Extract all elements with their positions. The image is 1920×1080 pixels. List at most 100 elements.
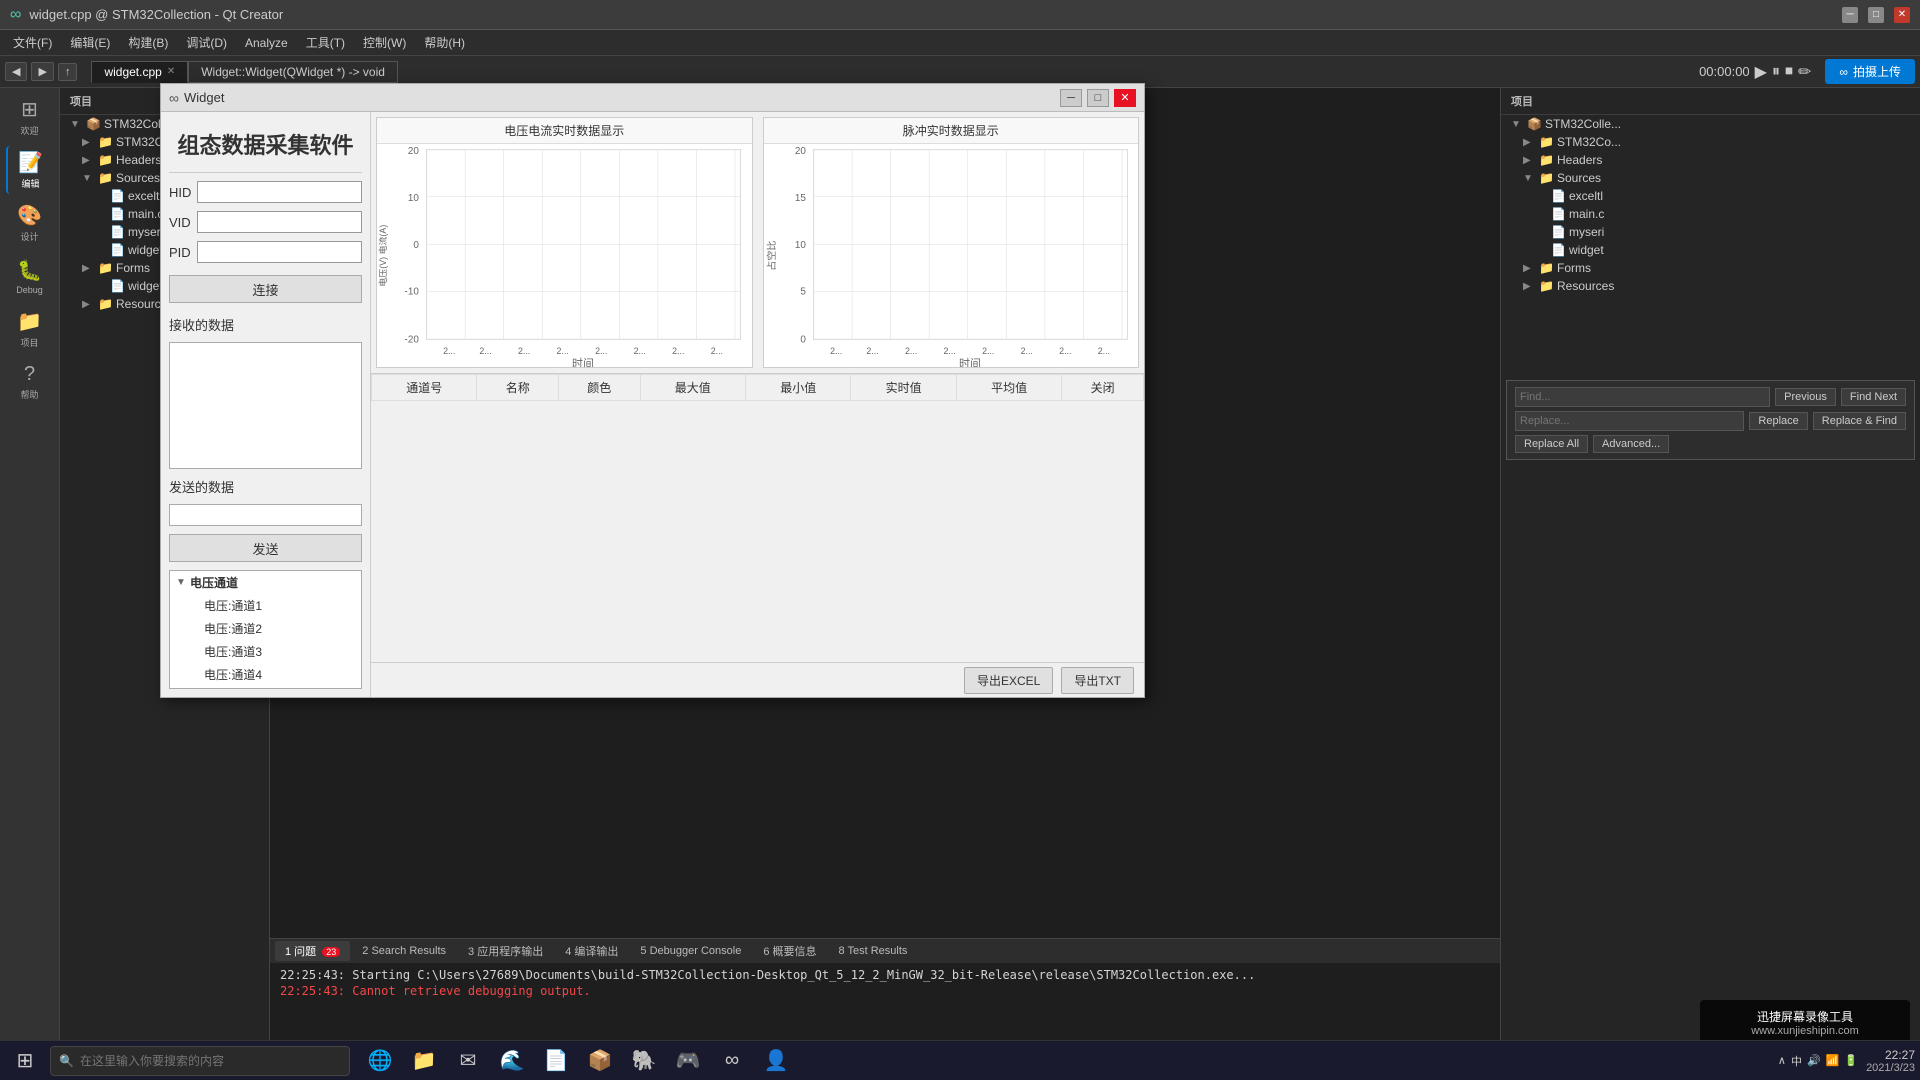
tray-arrow[interactable]: ∧ <box>1778 1054 1786 1067</box>
folder-icon: 📁 <box>98 261 112 275</box>
console-tab-issues[interactable]: 1 问题 23 <box>275 941 350 961</box>
export-txt-button[interactable]: 导出TXT <box>1061 667 1134 694</box>
sidebar-icon-design[interactable]: 🎨 设计 <box>6 199 54 247</box>
voltage-ch3[interactable]: 电压:通道3 <box>170 640 361 663</box>
menu-file[interactable]: 文件(F) <box>5 32 60 53</box>
tree2-root[interactable]: ▼ 📦 STM32Colle... <box>1501 115 1920 133</box>
console-tab-summary[interactable]: 6 概要信息 <box>753 941 826 961</box>
taskbar-game[interactable]: 🎮 <box>668 1043 708 1079</box>
console-tab-test[interactable]: 8 Test Results <box>829 943 918 959</box>
hid-input[interactable] <box>197 181 362 203</box>
replace-find-button[interactable]: Replace & Find <box>1813 412 1906 430</box>
arrow-icon: ▶ <box>82 299 94 310</box>
tab-widget-function[interactable]: Widget::Widget(QWidget *) -> void <box>188 61 398 83</box>
nav-back[interactable]: ◀ <box>5 62 27 81</box>
edge-icon: 🌊 <box>500 1048 525 1073</box>
dialog-close-button[interactable]: ✕ <box>1114 89 1136 107</box>
voltage-ch4[interactable]: 电压:通道4 <box>170 663 361 686</box>
svg-text:20: 20 <box>408 146 419 157</box>
tray-network[interactable]: 📶 <box>1826 1054 1840 1067</box>
play-button[interactable]: ▶ <box>1755 62 1767 82</box>
find-input[interactable] <box>1515 387 1770 407</box>
dialog-minimize-button[interactable]: ─ <box>1060 89 1082 107</box>
tree2-widget[interactable]: 📄 widget <box>1501 241 1920 259</box>
tree2-exceltl[interactable]: 📄 exceltl <box>1501 187 1920 205</box>
console-tab-compile[interactable]: 4 编译输出 <box>555 941 628 961</box>
voltage-ch2[interactable]: 电压:通道2 <box>170 617 361 640</box>
taskbar-wechat[interactable]: 🐘 <box>624 1043 664 1079</box>
taskbar-qt[interactable]: ∞ <box>712 1043 752 1079</box>
tab-widget-cpp[interactable]: widget.cpp ✕ <box>91 61 188 83</box>
taskbar-store[interactable]: 📦 <box>580 1043 620 1079</box>
connect-button[interactable]: 连接 <box>169 275 362 303</box>
send-input[interactable] <box>169 504 362 526</box>
nav-forward[interactable]: ▶ <box>31 62 53 81</box>
sidebar-icon-project[interactable]: 📁 项目 <box>6 305 54 353</box>
menu-analyze[interactable]: Analyze <box>237 34 296 52</box>
taskbar-explorer[interactable]: 📁 <box>404 1043 444 1079</box>
menu-debug[interactable]: 调试(D) <box>178 32 235 53</box>
sidebar-icon-debug[interactable]: 🐛 Debug <box>6 252 54 300</box>
debug-icon: 🐛 <box>17 258 42 283</box>
taskbar-mail[interactable]: ✉ <box>448 1043 488 1079</box>
nav-up[interactable]: ↑ <box>58 63 78 81</box>
tree2-resources[interactable]: ▶ 📁 Resources <box>1501 277 1920 295</box>
dialog-maximize-button[interactable]: □ <box>1087 89 1109 107</box>
file-icon: 📄 <box>110 207 124 221</box>
minimize-button[interactable]: ─ <box>1842 7 1858 23</box>
taskbar-chrome[interactable]: 🌐 <box>360 1043 400 1079</box>
close-button[interactable]: ✕ <box>1894 7 1910 23</box>
taskbar-edge[interactable]: 🌊 <box>492 1043 532 1079</box>
tree2-main[interactable]: 📄 main.c <box>1501 205 1920 223</box>
voltage-ch1[interactable]: 电压:通道1 <box>170 594 361 617</box>
taskbar-search-input[interactable] <box>80 1054 341 1068</box>
menu-help[interactable]: 帮助(H) <box>416 32 473 53</box>
menu-build[interactable]: 构建(B) <box>120 32 176 53</box>
maximize-button[interactable]: □ <box>1868 7 1884 23</box>
export-excel-button[interactable]: 导出EXCEL <box>964 667 1053 694</box>
capture-upload-button[interactable]: ∞ 拍摄上传 <box>1825 59 1915 84</box>
tree2-sources[interactable]: ▼ 📁 Sources <box>1501 169 1920 187</box>
taskbar-user[interactable]: 👤 <box>756 1043 796 1079</box>
menu-control[interactable]: 控制(W) <box>355 32 414 53</box>
recv-textarea[interactable] <box>169 342 362 469</box>
folder-icon: 📁 <box>98 153 112 167</box>
replace-all-button[interactable]: Replace All <box>1515 435 1588 453</box>
clock[interactable]: 22:27 2021/3/23 <box>1866 1048 1915 1074</box>
sidebar-label-help: 帮助 <box>20 388 38 401</box>
replace-button[interactable]: Replace <box>1749 412 1807 430</box>
sidebar-icon-welcome[interactable]: ⊞ 欢迎 <box>6 93 54 141</box>
taskbar-search[interactable]: 🔍 <box>50 1046 350 1076</box>
console-tab-debugger[interactable]: 5 Debugger Console <box>630 943 751 959</box>
previous-button[interactable]: Previous <box>1775 388 1836 406</box>
current-channel-parent[interactable]: ▼ 电流通道 <box>170 686 361 689</box>
tree2-headers[interactable]: ▶ 📁 Headers <box>1501 151 1920 169</box>
sidebar-icon-edit[interactable]: 📝 编辑 <box>6 146 54 194</box>
menu-tools[interactable]: 工具(T) <box>298 32 353 53</box>
tree2-stm32[interactable]: ▶ 📁 STM32Co... <box>1501 133 1920 151</box>
find-next-button[interactable]: Find Next <box>1841 388 1906 406</box>
pause-button[interactable]: ⏸ <box>1772 63 1780 81</box>
console-tab-appout[interactable]: 3 应用程序输出 <box>458 941 553 961</box>
tree2-myseri[interactable]: 📄 myseri <box>1501 223 1920 241</box>
replace-input[interactable] <box>1515 411 1744 431</box>
tree2-forms[interactable]: ▶ 📁 Forms <box>1501 259 1920 277</box>
console-tab-search[interactable]: 2 Search Results <box>352 943 456 959</box>
col-color: 颜色 <box>559 375 641 401</box>
record-button[interactable]: ✏ <box>1798 62 1811 82</box>
menu-edit[interactable]: 编辑(E) <box>62 32 118 53</box>
tray-sound[interactable]: 🔊 <box>1807 1054 1821 1067</box>
taskbar-docs[interactable]: 📄 <box>536 1043 576 1079</box>
close-tab-icon[interactable]: ✕ <box>167 66 175 77</box>
pid-input[interactable] <box>197 241 362 263</box>
vid-input[interactable] <box>197 211 362 233</box>
stop-button[interactable]: ⏹ <box>1785 63 1793 81</box>
timer-value: 00:00:00 <box>1699 64 1750 79</box>
voltage-channel-parent[interactable]: ▼ 电压通道 <box>170 571 361 594</box>
sidebar-icon-help[interactable]: ? 帮助 <box>6 358 54 406</box>
advanced-button[interactable]: Advanced... <box>1593 435 1669 453</box>
vid-field: VID <box>169 211 362 233</box>
design-icon: 🎨 <box>17 203 42 228</box>
start-button[interactable]: ⊞ <box>5 1043 45 1079</box>
send-button[interactable]: 发送 <box>169 534 362 562</box>
